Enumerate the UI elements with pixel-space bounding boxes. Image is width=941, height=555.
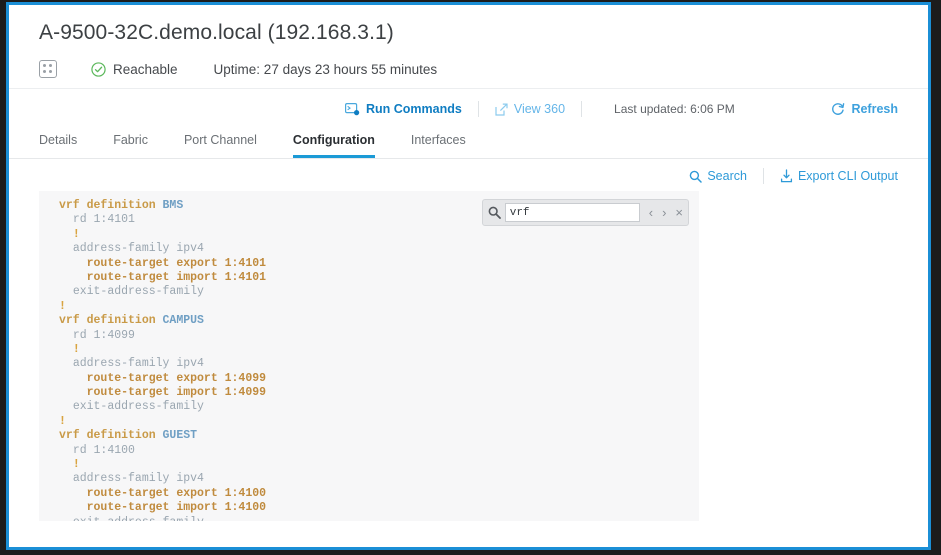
cli-token: route-target import 1:4101 [86,270,267,284]
find-input[interactable] [504,203,640,222]
status-badge: Reachable [91,62,178,77]
cli-token: ! [72,342,80,356]
cli-token: route-target import 1:4100 [86,501,267,515]
divider [762,168,764,184]
cli-line: route-target export 1:4100 [59,487,699,501]
tab-bar: Details Fabric Port Channel Configuratio… [9,129,928,159]
chassis-icon [39,60,57,78]
cli-line: exit-address-family [59,516,699,521]
cli-token: address-family ipv4 [72,472,204,486]
cli-line: rd 1:4099 [59,329,699,343]
view-360-button[interactable]: View 360 [495,102,565,116]
cli-output-panel: vrf definition BMS rd 1:4101 ! address-f… [39,191,699,521]
find-close-button[interactable]: × [675,206,683,219]
cli-line: address-family ipv4 [59,472,699,486]
cli-line: vrf definition GUEST [59,429,699,443]
run-commands-label: Run Commands [366,102,462,116]
cli-token: vrf definition [59,199,163,212]
cli-token: rd 1:4099 [72,328,135,342]
external-link-icon [495,103,508,116]
tab-details[interactable]: Details [39,133,77,158]
search-label: Search [707,169,747,183]
divider [581,101,583,117]
tab-port-channel[interactable]: Port Channel [184,133,257,158]
cli-token: exit-address-family [73,516,204,521]
device-status-row: Reachable Uptime: 27 days 23 hours 55 mi… [39,60,898,78]
cli-token: ! [72,227,80,241]
last-updated-label: Last updated: 6:06 PM [614,102,735,116]
view-360-label: View 360 [513,102,566,116]
cli-line: route-target export 1:4099 [59,372,699,386]
cli-line: ! [59,415,699,429]
divider [477,101,479,117]
search-button[interactable]: Search [689,169,747,183]
export-cli-output-button[interactable]: Export CLI Output [780,169,898,183]
cli-token: vrf definition [59,314,163,328]
refresh-button[interactable]: Refresh [831,89,898,129]
cli-line: ! [59,228,699,242]
cli-line: route-target import 1:4101 [59,271,699,285]
cli-line: ! [59,458,699,472]
cli-token: route-target export 1:4099 [86,371,267,385]
cli-line: route-target import 1:4100 [59,501,699,515]
tab-interfaces[interactable]: Interfaces [411,133,466,158]
cli-token: rd 1:4101 [72,213,135,227]
run-commands-button[interactable]: Run Commands [345,102,462,116]
action-bar-center: Run Commands View 360 Last updated: 6:06… [345,89,735,129]
cli-token: BMS [162,199,184,212]
tab-configuration[interactable]: Configuration [292,133,375,158]
page-title: A-9500-32C.demo.local (192.168.3.1) [39,21,394,44]
refresh-label: Refresh [851,102,898,116]
uptime-label: Uptime: 27 days 23 hours 55 minutes [213,61,438,77]
refresh-icon [832,103,845,115]
search-icon [488,206,501,219]
cli-line: route-target export 1:4101 [59,257,699,271]
cli-line: ! [59,343,699,357]
cli-token: vrf definition [59,429,163,443]
cli-token: ! [59,414,66,428]
annotation-frame: A-9500-32C.demo.local (192.168.3.1) Reac… [0,0,941,555]
terminal-icon [345,102,360,115]
search-icon [690,170,703,183]
device-detail-page: A-9500-32C.demo.local (192.168.3.1) Reac… [9,5,928,547]
tab-fabric[interactable]: Fabric [113,133,148,158]
cli-toolbar: Search Export CLI Output [9,159,928,191]
cli-line: address-family ipv4 [59,242,699,256]
cli-token: ! [72,458,80,472]
cli-line: ! [59,300,699,314]
export-cli-output-label: Export CLI Output [797,169,898,183]
cli-token: route-target import 1:4099 [86,386,267,400]
cli-token: route-target export 1:4101 [86,256,267,270]
cli-token: rd 1:4100 [72,443,135,457]
cli-token: ! [59,299,66,313]
cli-line: exit-address-family [59,285,699,299]
cli-line: address-family ipv4 [59,357,699,371]
page-header: A-9500-32C.demo.local (192.168.3.1) Reac… [9,5,928,89]
cli-token: address-family ipv4 [72,242,204,256]
cli-token: CAMPUS [162,314,204,328]
find-widget: ‹ › × [481,199,689,226]
check-circle-icon [91,61,106,77]
cli-token: address-family ipv4 [72,357,204,371]
cli-token: route-target export 1:4100 [86,486,267,500]
cli-line: rd 1:4100 [59,444,699,458]
find-previous-button[interactable]: ‹ [649,206,653,219]
cli-line: vrf definition CAMPUS [59,314,699,328]
find-next-button[interactable]: › [662,206,666,219]
cli-output-text: vrf definition BMS rd 1:4101 ! address-f… [39,191,699,521]
cli-line: exit-address-family [59,400,699,414]
annotation-frame-border: A-9500-32C.demo.local (192.168.3.1) Reac… [6,2,931,550]
cli-line: route-target import 1:4099 [59,386,699,400]
action-bar: Run Commands View 360 Last updated: 6:06… [9,89,928,129]
status-label: Reachable [113,61,178,77]
cli-token: exit-address-family [72,285,204,299]
cli-token: exit-address-family [72,400,204,414]
export-icon [780,169,792,183]
cli-token: GUEST [162,429,198,443]
